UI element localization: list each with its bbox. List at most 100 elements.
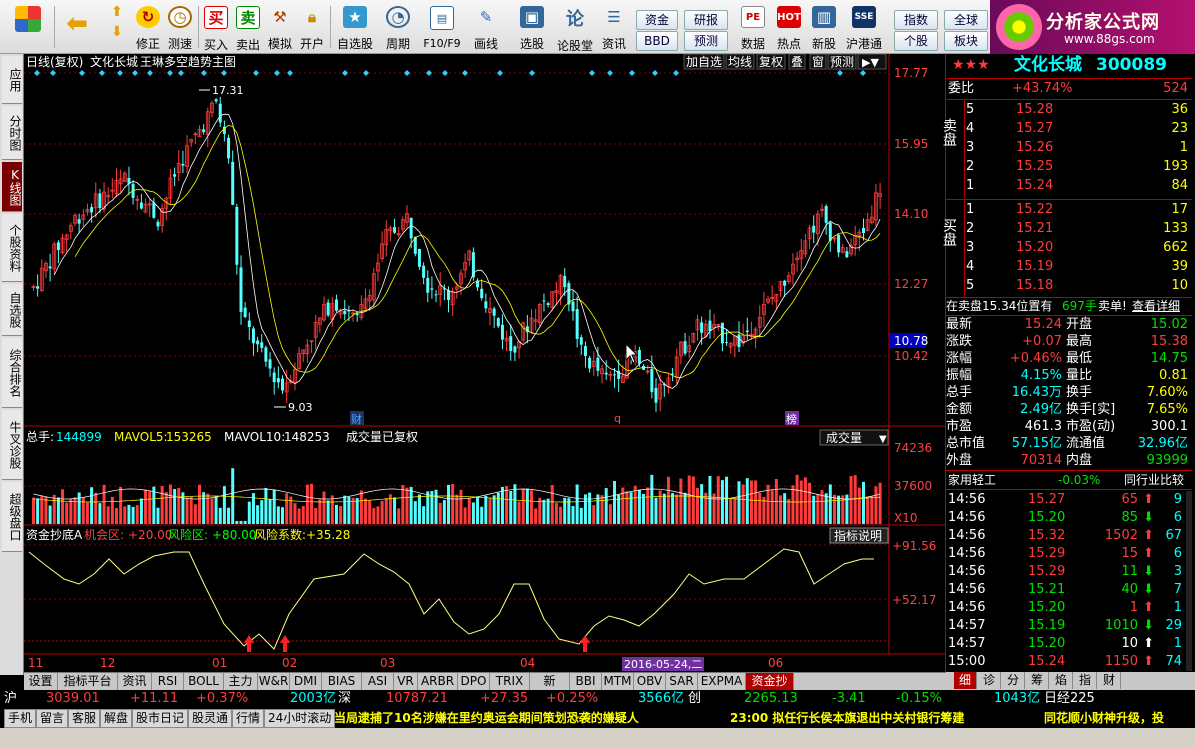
tab-diagnosis[interactable]: 牛叉诊股 (2, 410, 22, 480)
industry-compare-link[interactable]: 同行业比较 (1124, 471, 1184, 489)
index-button[interactable]: 指数 (894, 10, 938, 30)
sell-row[interactable]: 2 15.25 193 (966, 158, 1192, 176)
research-button[interactable]: 研报 (684, 10, 728, 30)
indicator-tab[interactable]: 主力 (224, 673, 258, 690)
tab-kline-chart[interactable]: K线图 (2, 162, 22, 212)
stat-value: 4.15% (1020, 368, 1062, 383)
industry-name[interactable]: 家用轻工 (948, 471, 996, 489)
indicator-tab[interactable]: DPO (458, 673, 490, 690)
stat-row: 总手 16.43万 换手 7.60% (946, 384, 1192, 402)
indicator-tab[interactable]: OBV (634, 673, 666, 690)
tab-watchlist[interactable]: 自选股 (2, 284, 22, 336)
indicator-tab[interactable]: 指标平台 (58, 673, 118, 690)
kline-chart-area[interactable]: 日线(复权) 文化长城 王琳多空趋势主图 加自选 均线 复权叠窗预测 ▶▼ 17.77… (24, 53, 946, 675)
market-button[interactable]: 行情 (232, 709, 265, 728)
news-button[interactable]: ☰ 资讯 (598, 2, 630, 52)
buy-row[interactable]: 2 15.21 133 (966, 220, 1192, 238)
kline-svg[interactable]: 日线(复权) 文化长城 王琳多空趋势主图 加自选 均线 复权叠窗预测 ▶▼ 17.77… (24, 53, 946, 675)
indicator-tab[interactable]: VR (394, 673, 418, 690)
tab-super-board[interactable]: 超级盘口 (2, 482, 22, 552)
panel-tab[interactable]: 焰 (1050, 672, 1073, 689)
speedtest-button[interactable]: ◷ 测速 (166, 2, 194, 52)
panel-tab[interactable]: 分 (1002, 672, 1025, 689)
tab-minute-chart[interactable]: 分时图 (2, 106, 22, 160)
nikkei-label[interactable]: 日经225 (1044, 690, 1095, 708)
indicator-tab[interactable]: 资讯 (118, 673, 152, 690)
indicator-tab[interactable]: EXPMA (698, 673, 746, 690)
draw-line-button[interactable]: ✎ 画线 (466, 2, 506, 52)
indicator-tab[interactable]: 资金抄底A (746, 673, 794, 705)
tab-stock-info[interactable]: 个股资料 (2, 214, 22, 282)
big-order-detail-link[interactable]: 查看详细 (1132, 297, 1180, 315)
sell-row[interactable]: 5 15.28 36 (966, 101, 1192, 119)
correct-button[interactable]: ↻ 修正 (134, 2, 162, 52)
forecast-button[interactable]: 预测 (684, 31, 728, 51)
indicator-tab[interactable]: BIAS (322, 673, 362, 690)
ipo-button[interactable]: ▥ 新股 (808, 2, 840, 52)
indicator-tab[interactable]: TRIX (490, 673, 530, 690)
indicator-tab[interactable]: BBI (570, 673, 602, 690)
volume-bar (496, 492, 500, 524)
volume-bar (314, 508, 318, 524)
panel-tab[interactable]: 细 (954, 672, 977, 689)
hk-connect-button[interactable]: SSE 沪港通 (844, 2, 884, 52)
panel-tab[interactable]: 筹 (1026, 672, 1049, 689)
tick-list[interactable]: 14:56 15.27 65 ⬆ 9 14:56 15.20 85 ⬇ 6 14:56 15.32 15… (946, 491, 1192, 673)
global-button[interactable]: 全球 (944, 10, 988, 30)
indicator-tab[interactable]: 设置 (24, 673, 58, 690)
simulate-button[interactable]: ⚒ 模拟 (266, 2, 294, 52)
fund-button[interactable]: 资金 (636, 10, 678, 30)
tick-scrollbar[interactable] (1186, 491, 1192, 671)
tab-ranking[interactable]: 综合排名 (2, 338, 22, 408)
indicator-tab[interactable]: 新DMA (530, 673, 570, 705)
sell-row[interactable]: 3 15.26 1 (966, 139, 1192, 157)
indicator-tab[interactable]: BOLL (184, 673, 224, 690)
period-button[interactable]: ◔ 周期 (380, 2, 416, 52)
app-menu-button[interactable] (8, 2, 48, 52)
stock-button[interactable]: 个股 (894, 31, 938, 51)
indicator-tab[interactable]: RSI (152, 673, 184, 690)
hot-button[interactable]: HOT 热点 (774, 2, 804, 52)
indicator-tab[interactable]: MTM (602, 673, 634, 690)
buy-row[interactable]: 3 15.20 662 (966, 239, 1192, 257)
stock-picker-button[interactable]: ▣ 选股 (512, 2, 552, 52)
panel-tab[interactable]: 财 (1098, 672, 1121, 689)
rolling-news-button[interactable]: 24小时滚动 (264, 709, 336, 728)
news-item[interactable]: 23:00 拟任行长侯本旗退出中关村银行筹建 (730, 708, 964, 728)
panel-tab[interactable]: 指 (1074, 672, 1097, 689)
open-account-button[interactable]: 🔒︎ 开户 (298, 2, 326, 52)
buy-button[interactable]: 买买入 (202, 2, 230, 52)
buy-row[interactable]: 1 15.22 17 (966, 201, 1192, 219)
commentary-button[interactable]: 解盘 (100, 709, 133, 728)
candle (181, 163, 185, 166)
sell-button[interactable]: 卖卖出 (234, 2, 262, 52)
indicator-tab[interactable]: W&R (258, 673, 290, 690)
gulingtong-button[interactable]: 股灵通 (188, 709, 233, 728)
tab-apps[interactable]: 应用 (2, 56, 22, 104)
page-up-button[interactable]: ⬆ ⬇ (104, 2, 130, 52)
sell-volume: 36 (1171, 102, 1188, 117)
panel-tab[interactable]: 诊 (978, 672, 1001, 689)
news-item[interactable]: 当局逮捕了10名涉嫌在里约奥运会期间策划恐袭的嫌疑人 (334, 708, 639, 728)
bbd-button[interactable]: BBD (636, 31, 678, 51)
diamond-marker-icon (673, 70, 679, 76)
forum-button[interactable]: 论论股堂 (556, 2, 594, 53)
data-button[interactable]: PE 数据 (738, 2, 768, 52)
message-button[interactable]: 留言 (36, 709, 69, 728)
mobile-button[interactable]: 手机 (4, 709, 37, 728)
back-button[interactable]: ⬅ (62, 2, 92, 52)
indicator-tab[interactable]: ARBR (418, 673, 458, 690)
watchlist-button[interactable]: ★ 自选股 (334, 2, 376, 52)
diary-button[interactable]: 股市日记 (132, 709, 189, 728)
sell-row[interactable]: 4 15.27 23 (966, 120, 1192, 138)
indicator-tab[interactable]: DMI (290, 673, 322, 690)
buy-row[interactable]: 4 15.19 39 (966, 258, 1192, 276)
f10-button[interactable]: ▤ F10/F9 (422, 2, 462, 52)
news-item[interactable]: 同花顺小财神升级，投 (1044, 708, 1164, 728)
sell-row[interactable]: 1 15.24 84 (966, 177, 1192, 195)
indicator-tab[interactable]: ASI (362, 673, 394, 690)
buy-row[interactable]: 5 15.18 10 (966, 277, 1192, 295)
indicator-tab[interactable]: SAR (666, 673, 698, 690)
service-button[interactable]: 客服 (68, 709, 101, 728)
sector-button[interactable]: 板块 (944, 31, 988, 51)
